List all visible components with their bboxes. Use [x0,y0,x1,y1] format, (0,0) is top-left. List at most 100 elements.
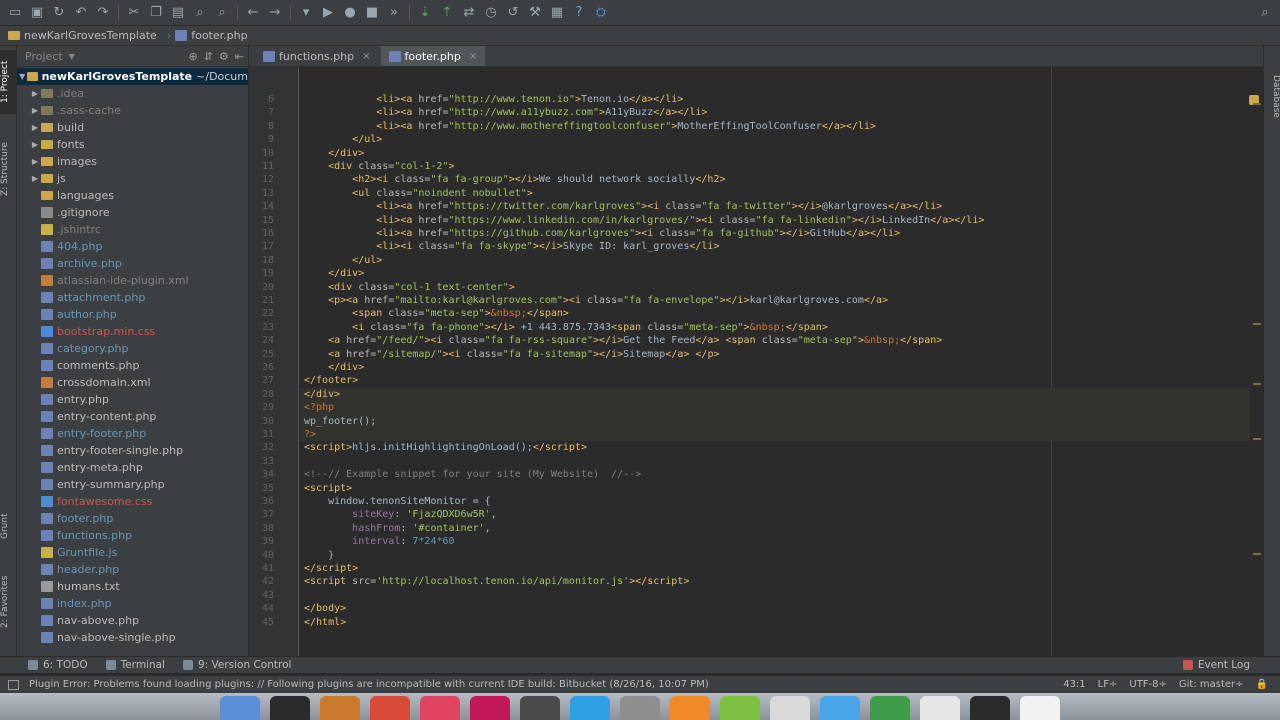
status-message[interactable]: Plugin Error: Problems found loading plu… [29,679,709,690]
code-text[interactable]: </script> [304,562,358,575]
tree-file[interactable]: entry-content.php [17,408,248,425]
code-line[interactable]: 21 <p><a href="mailto:karl@karlgroves.co… [262,294,1250,307]
tree-file[interactable]: entry-footer.php [17,425,248,442]
dock-app-icon[interactable] [470,696,510,720]
code-text[interactable]: <?php [304,401,334,414]
code-line[interactable]: 36 window.tenonSiteMonitor = { [262,495,1250,508]
code-text[interactable]: </div> [304,147,364,160]
code-text[interactable]: </ul> [304,133,382,146]
code-line[interactable]: 43 [262,589,1250,602]
code-text[interactable]: <div class="col-1-2"> [304,160,454,173]
step-icon[interactable]: » [383,2,405,24]
dock-app-icon[interactable] [970,696,1010,720]
code-line[interactable]: 19 </div> [262,267,1250,280]
forward-icon[interactable]: → [264,2,286,24]
code-line[interactable]: 8 <li><a href="http://www.mothereffingto… [268,120,1250,133]
tree-file[interactable]: nav-above.php [17,612,248,629]
code-line[interactable]: 38 hashFrom: '#container', [262,522,1250,535]
dock-app-icon[interactable] [620,696,660,720]
project-tool-tab[interactable]: 1: Project [0,50,17,114]
dock-app-icon[interactable] [770,696,810,720]
dock-app-icon[interactable] [270,696,310,720]
open-folder-icon[interactable]: ▭ [4,2,26,24]
code-text[interactable]: </div> [304,361,364,374]
dock-app-icon[interactable] [570,696,610,720]
scroll-marker[interactable] [1253,383,1261,385]
undo-icon[interactable]: ↶ [70,2,92,24]
dock-app-icon[interactable] [370,696,410,720]
code-text[interactable]: } [304,549,334,562]
tree-folder[interactable]: ▶ .sass-cache [17,102,248,119]
code-text[interactable]: <p><a href="mailto:karl@karlgroves.com">… [304,294,888,307]
code-text[interactable]: <li><a href="http://www.a11ybuzz.com">A1… [304,106,707,119]
code-text[interactable]: </html> [304,616,346,629]
help-icon[interactable]: ? [568,2,590,24]
tree-file[interactable]: attachment.php [17,289,248,306]
vcs-compare-icon[interactable]: ⇄ [458,2,480,24]
dock-app-icon[interactable] [720,696,760,720]
grunt-tool-tab[interactable]: Grunt [0,506,17,546]
code-text[interactable]: <a href="/feed/"><i class="fa fa-rss-squ… [304,334,942,347]
code-line[interactable]: 27 </footer> [262,374,1250,387]
code-line[interactable]: 9 </ul> [268,133,1250,146]
code-line[interactable]: 33 [262,455,1250,468]
collapse-all-icon[interactable]: ⇵ [204,50,213,63]
editor-tab[interactable]: footer.php × [380,46,486,66]
tree-folder[interactable]: ▶ .idea [17,85,248,102]
tree-file[interactable]: entry.php [17,391,248,408]
tree-file[interactable]: .gitignore [17,204,248,221]
code-line[interactable]: 39 interval: 7*24*60 [262,535,1250,548]
tree-root[interactable]: ▼ newKarlGrovesTemplate ~/Docum [17,68,248,85]
stop-icon[interactable]: ■ [361,2,383,24]
back-icon[interactable]: ← [242,2,264,24]
expand-arrow-icon[interactable]: ▶ [29,157,41,166]
structure-tool-tab[interactable]: Z: Structure [0,130,17,208]
tree-file[interactable]: entry-meta.php [17,459,248,476]
editor-tab[interactable]: functions.php × [255,46,379,66]
code-line[interactable]: 7 <li><a href="http://www.a11ybuzz.com">… [268,106,1250,119]
code-text[interactable]: <script src='http://localhost.tenon.io/a… [304,575,689,588]
code-line[interactable]: 30 wp_footer(); [262,414,1250,428]
code-line[interactable]: 34 <!--// Example snippet for your site (… [262,468,1250,481]
code-line[interactable]: 24 <a href="/feed/"><i class="fa fa-rss-… [262,334,1250,347]
paste-icon[interactable]: ▤ [167,2,189,24]
tree-file[interactable]: entry-footer-single.php [17,442,248,459]
tree-file[interactable]: .jshintrc [17,221,248,238]
code-line[interactable]: 31 ?> [262,428,1250,442]
dock-app-icon[interactable] [420,696,460,720]
code-text[interactable]: </ul> [304,254,382,267]
copy-icon[interactable]: ❐ [145,2,167,24]
code-line[interactable]: 28 </div> [262,387,1250,402]
dock-app-icon[interactable] [1020,696,1060,720]
dock-app-icon[interactable] [220,696,260,720]
code-line[interactable]: 13 <ul class="noindent nobullet"> [262,187,1250,200]
code-line[interactable]: 40 } [262,549,1250,562]
run-config-icon[interactable]: ▾ [295,2,317,24]
code-text[interactable]: <li><a href="https://github.com/karlgrov… [304,227,900,240]
tree-file[interactable]: entry-summary.php [17,476,248,493]
file-encoding[interactable]: UTF-8÷ [1129,679,1167,690]
chevron-down-icon[interactable]: ▼ [69,52,75,61]
dock-app-icon[interactable] [320,696,360,720]
tree-file[interactable]: nav-above-single.php [17,629,248,646]
dock-app-icon[interactable] [920,696,960,720]
save-icon[interactable]: ▣ [26,2,48,24]
code-line[interactable]: 14 <li><a href="https://twitter.com/karl… [262,200,1250,213]
code-text[interactable]: ?> [304,428,316,441]
code-editor[interactable]: 6 <li><a href="http://www.tenon.io">Teno… [249,67,1263,656]
tree-folder[interactable]: languages [17,187,248,204]
tool-windows-icon[interactable] [8,679,19,690]
code-text[interactable]: <li><a href="https://www.linkedin.com/in… [304,214,984,227]
code-line[interactable]: 12 <h2><i class="fa fa-group"></i>We sho… [262,173,1250,186]
close-icon[interactable]: × [469,51,477,62]
tree-file[interactable]: atlassian-ide-plugin.xml [17,272,248,289]
code-text[interactable]: <script> [304,482,352,495]
scroll-marker[interactable] [1253,323,1261,325]
code-line[interactable]: 10 </div> [262,147,1250,160]
tree-file[interactable]: humans.txt [17,578,248,595]
code-line[interactable]: 15 <li><a href="https://www.linkedin.com… [262,214,1250,227]
code-line[interactable]: 6 <li><a href="http://www.tenon.io">Teno… [268,93,1250,106]
code-line[interactable]: 18 </ul> [262,254,1250,267]
debug-icon[interactable]: ● [339,2,361,24]
code-text[interactable]: <h2><i class="fa fa-group"></i>We should… [304,173,725,186]
